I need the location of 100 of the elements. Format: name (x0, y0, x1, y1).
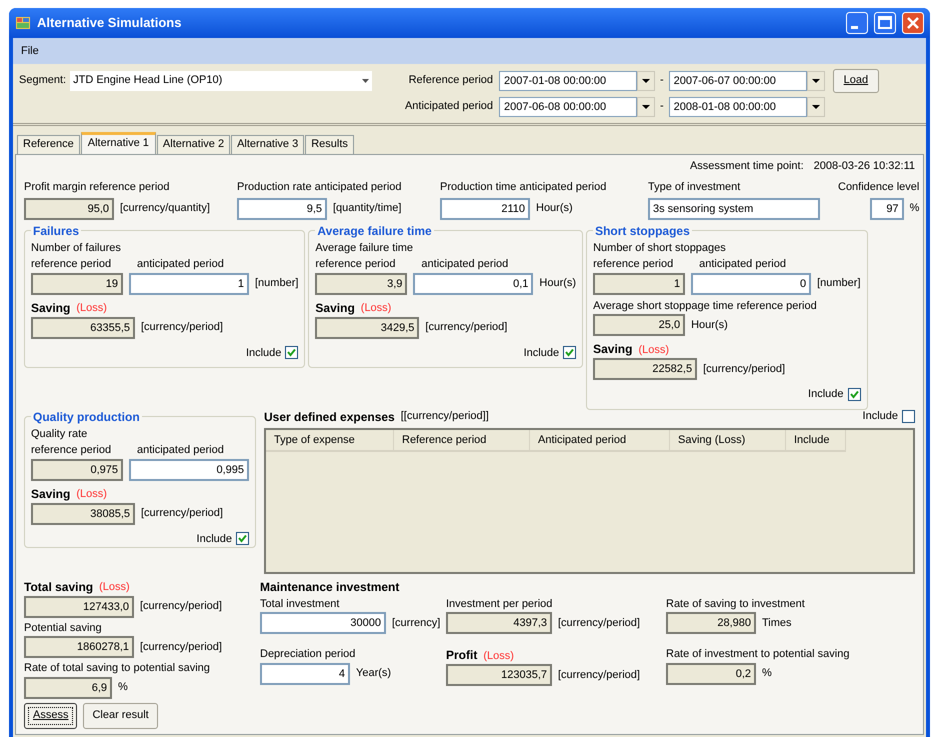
field-label: reference period (31, 257, 112, 272)
column-header[interactable]: Include (786, 430, 846, 450)
include-checkbox[interactable] (285, 346, 298, 360)
field-label: Confidence level (838, 180, 920, 195)
column-header[interactable]: Reference period (394, 430, 530, 450)
include-checkbox[interactable] (236, 532, 249, 546)
include-checkbox[interactable] (563, 346, 576, 360)
unit-label: [currency/quantity] (120, 201, 210, 216)
readonly-field: 38085,5 (31, 502, 135, 524)
app-icon (15, 15, 31, 31)
field-label: Rate of investment to potential saving (666, 647, 850, 662)
readonly-field: 4397,3 (446, 612, 552, 634)
field-label: Production time anticipated period (440, 180, 608, 195)
field-label: Investment per period (446, 596, 552, 612)
field-label: Assessment time point: (690, 158, 804, 174)
unit-label: Hour(s) (691, 318, 728, 333)
input-field[interactable]: 0,995 (129, 458, 249, 480)
unit-label: Year(s) (356, 666, 392, 682)
unit-label: [number] (255, 276, 298, 292)
field-label: Include (862, 409, 898, 424)
field-label: Rate of total saving to potential saving (24, 661, 211, 676)
segment-dropdown[interactable]: JTD Engine Head Line (OP10) (70, 70, 372, 90)
input-field[interactable]: 4 (260, 662, 350, 684)
date-field[interactable]: 2007-06-07 00:00:00 (668, 70, 807, 90)
field-label: Include (808, 387, 844, 402)
dropdown-button[interactable] (637, 96, 655, 116)
input-field[interactable]: 30000 (260, 612, 386, 634)
readonly-field: 19 (31, 272, 123, 294)
include-checkbox[interactable] (848, 388, 861, 401)
menu-item[interactable]: File (21, 42, 39, 60)
field-label: Depreciation period (260, 647, 356, 662)
saving-label: Saving (31, 300, 70, 316)
loss-label: (Loss) (638, 342, 670, 358)
period-label: Anticipated period (404, 99, 494, 114)
field-label: Include (524, 346, 560, 360)
date-field[interactable]: 2007-01-08 00:00:00 (499, 70, 637, 90)
saving-label: Total saving (24, 578, 94, 596)
readonly-field: 0,2 (666, 662, 756, 684)
unit-label: [number] (817, 276, 861, 292)
field-label: reference period (593, 257, 674, 272)
unit-label: [currency/period] (141, 320, 223, 336)
column-header[interactable]: Type of expense (266, 430, 394, 450)
tab[interactable]: Reference (17, 135, 80, 154)
unit-label: [currency] (392, 616, 440, 631)
column-header[interactable]: Anticipated period (530, 430, 670, 450)
input-field[interactable]: 0 (691, 272, 812, 294)
minimize-button[interactable] (846, 12, 868, 34)
date-field[interactable]: 2007-06-08 00:00:00 (499, 96, 637, 116)
group-title: Failures (32, 222, 80, 240)
input-field[interactable]: 3s sensoring system (648, 198, 820, 220)
field-label: Number of short stoppages (593, 240, 727, 256)
dropdown-button[interactable] (637, 70, 655, 90)
input-field[interactable]: 9,5 (237, 198, 327, 220)
input-field[interactable]: 2110 (440, 198, 530, 220)
load-button[interactable]: Load (832, 68, 880, 92)
readonly-field: 1 (593, 272, 686, 294)
unit-label: % (910, 201, 920, 216)
dropdown-button[interactable] (806, 96, 825, 116)
loss-label: (Loss) (99, 580, 130, 595)
timestamp: 2008-03-26 10:32:11 (814, 158, 915, 174)
field-label: Type of investment (648, 180, 742, 195)
readonly-field: 0,975 (31, 458, 123, 480)
readonly-field: 95,0 (24, 198, 114, 220)
tab[interactable]: Alternative 1 (80, 132, 156, 154)
readonly-field: 63355,5 (31, 316, 135, 338)
field-label: reference period (315, 257, 397, 272)
field-label: Number of failures (31, 240, 122, 256)
tab[interactable]: Alternative 2 (156, 135, 230, 154)
maximize-button[interactable] (874, 12, 896, 34)
unit-label: [currency/period] (558, 668, 640, 683)
tab[interactable]: Alternative 3 (231, 135, 304, 154)
close-button[interactable] (902, 12, 924, 34)
action-button[interactable]: Clear result (83, 702, 158, 728)
date-field[interactable]: 2008-01-08 00:00:00 (668, 96, 807, 116)
caret-icon (362, 78, 370, 82)
readonly-field: 25,0 (593, 314, 686, 336)
input-field[interactable]: 1 (129, 272, 249, 294)
unit-label: [currency/period] (425, 320, 508, 336)
column-header[interactable]: Saving (Loss) (670, 430, 786, 450)
include-checkbox[interactable] (902, 410, 915, 423)
unit-label: [[currency/period]] (400, 409, 489, 424)
field-label: Include (246, 346, 282, 360)
unit-label: Hour(s) (539, 276, 576, 292)
unit-label: % (118, 680, 128, 696)
saving-label: Saving (315, 300, 355, 316)
unit-label: Times (762, 616, 792, 631)
unit-label: [quantity/time] (333, 201, 402, 216)
dropdown-button[interactable] (806, 70, 825, 90)
unit-label: [currency/period] (558, 616, 640, 631)
input-field[interactable]: 97 (870, 198, 904, 220)
separator-label: - (659, 73, 665, 88)
tab[interactable]: Results (305, 135, 354, 154)
segment-label: Segment: (19, 73, 66, 88)
action-button[interactable]: Assess (24, 702, 78, 728)
period-label: Reference period (408, 73, 494, 88)
group-title: Quality production (32, 408, 141, 426)
field-label: reference period (31, 443, 112, 458)
input-field[interactable]: 0,1 (413, 272, 534, 294)
readonly-field: 3429,5 (315, 316, 420, 338)
unit-label: [currency/period] (140, 599, 222, 614)
